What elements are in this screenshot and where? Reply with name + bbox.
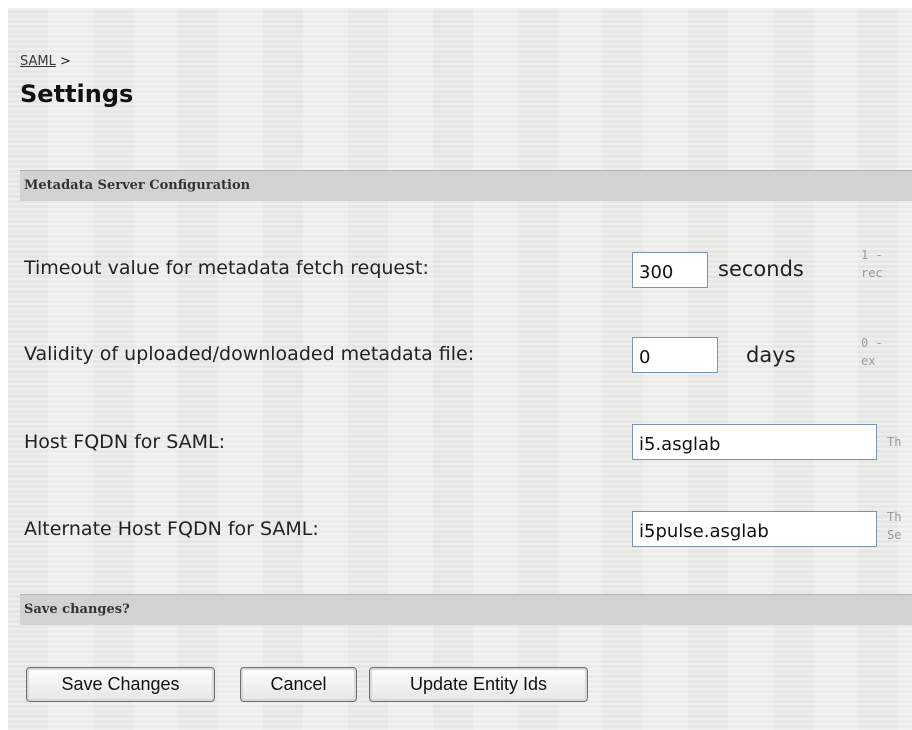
validity-help-text: 0 - ex: [861, 334, 883, 370]
save-changes-button[interactable]: Save Changes: [26, 667, 215, 702]
cancel-button[interactable]: Cancel: [240, 667, 357, 702]
timeout-help-line1: 1 -: [861, 248, 883, 262]
validity-unit: days: [746, 343, 796, 367]
timeout-unit: seconds: [718, 257, 804, 281]
breadcrumb-separator: >: [60, 54, 71, 69]
section-header-metadata-label: Metadata Server Configuration: [24, 178, 251, 193]
alt-host-fqdn-input[interactable]: [632, 511, 877, 547]
alt-host-fqdn-help-line1: Th: [887, 510, 902, 524]
alt-host-fqdn-help-line2: Se: [887, 528, 902, 542]
host-fqdn-help-text: Th: [887, 433, 901, 451]
timeout-input[interactable]: [632, 252, 708, 288]
section-header-save-label: Save changes?: [24, 602, 130, 617]
page: SAML > Settings Metadata Server Configur…: [8, 8, 912, 730]
validity-input[interactable]: [632, 337, 718, 373]
section-header-metadata: Metadata Server Configuration: [20, 170, 912, 201]
page-title: Settings: [20, 80, 134, 108]
validity-label: Validity of uploaded/downloaded metadata…: [24, 343, 475, 365]
update-entity-ids-button[interactable]: Update Entity Ids: [369, 667, 588, 702]
validity-help-line2: ex: [861, 354, 876, 368]
host-fqdn-label: Host FQDN for SAML:: [24, 431, 226, 453]
breadcrumb-link-saml[interactable]: SAML: [20, 54, 56, 69]
validity-help-line1: 0 -: [861, 336, 883, 350]
timeout-help-line2: rec: [861, 266, 883, 280]
section-header-save: Save changes?: [20, 594, 912, 625]
host-fqdn-input[interactable]: [632, 424, 877, 460]
breadcrumb: SAML >: [20, 54, 71, 69]
timeout-label: Timeout value for metadata fetch request…: [24, 257, 429, 279]
timeout-help-text: 1 - rec: [861, 246, 883, 282]
host-fqdn-help-line1: Th: [887, 435, 902, 449]
alt-host-fqdn-label: Alternate Host FQDN for SAML:: [24, 518, 319, 540]
alt-host-fqdn-help-text: Th Se: [887, 508, 901, 544]
